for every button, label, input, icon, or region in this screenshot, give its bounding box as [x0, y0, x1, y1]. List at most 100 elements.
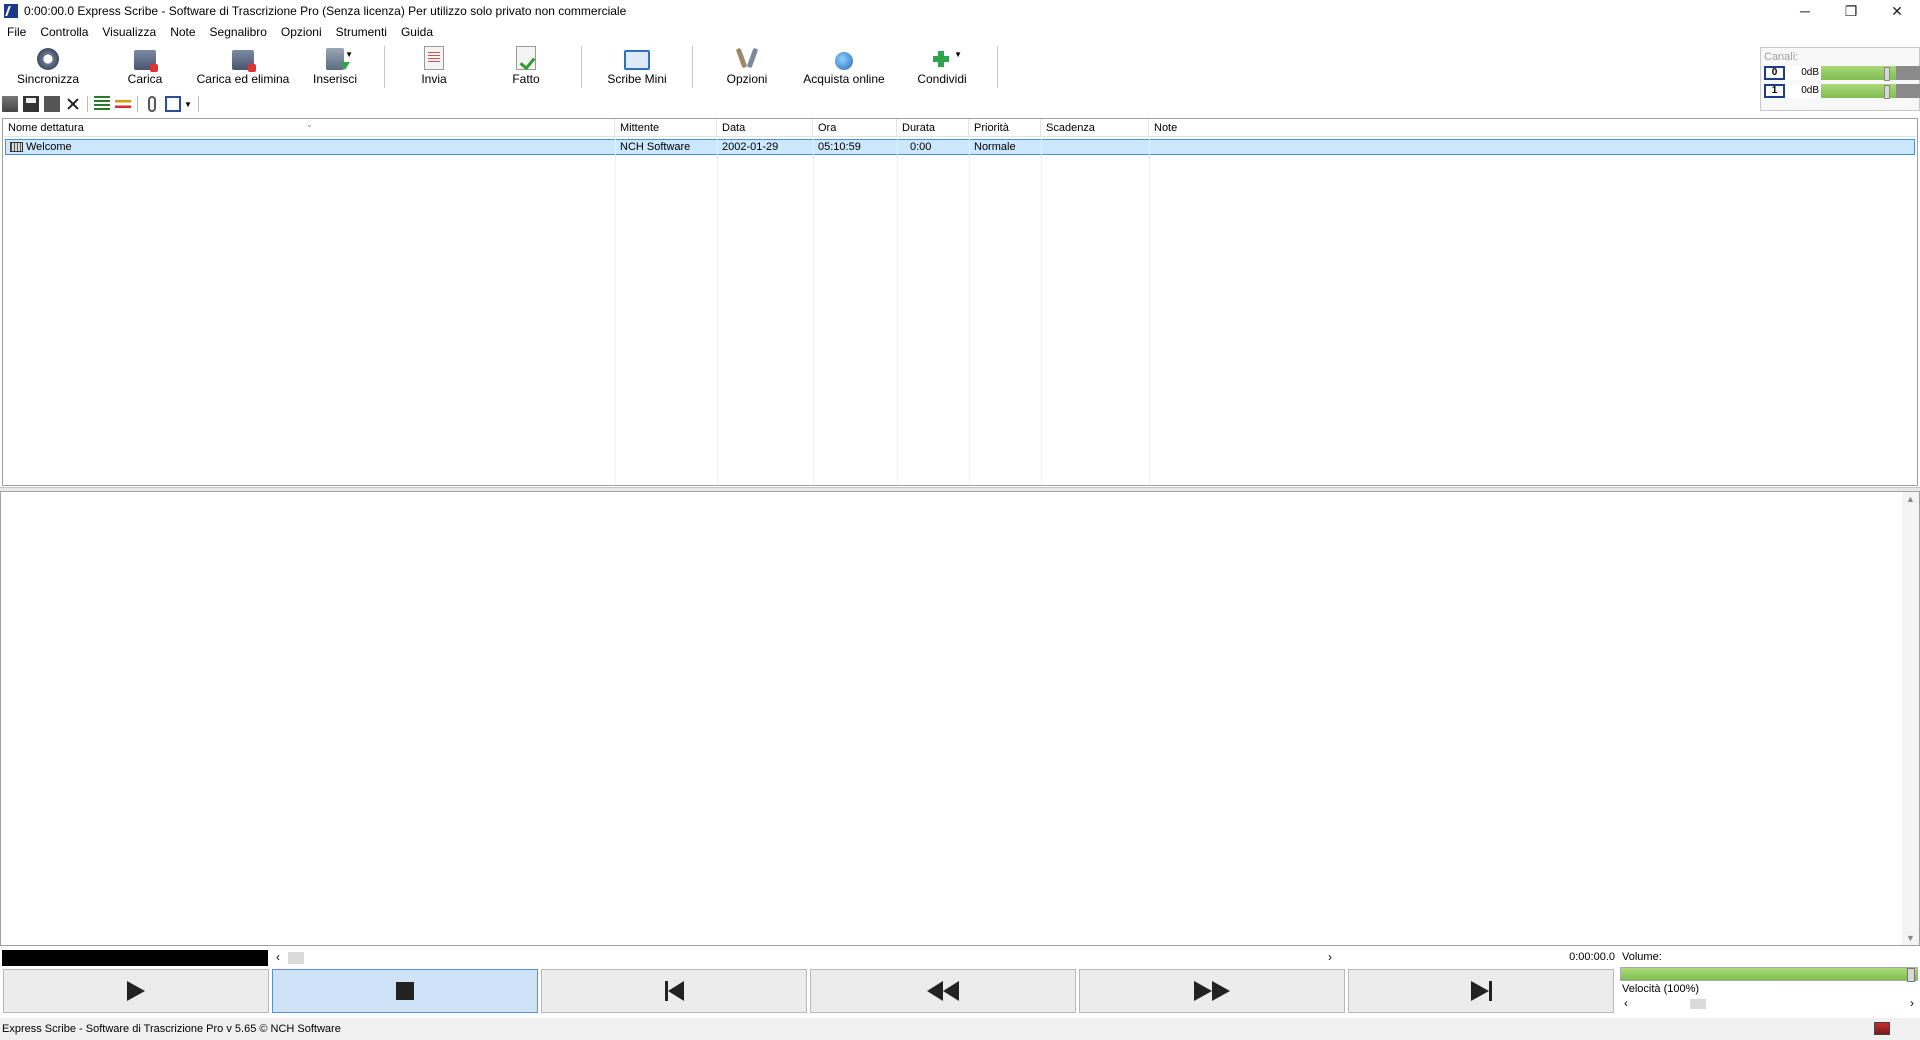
channel-level: 0dB — [1785, 65, 1821, 80]
table-row[interactable]: Welcome NCH Software 2002-01-29 05:10:59… — [5, 139, 1915, 155]
column-guide — [1149, 137, 1150, 485]
channels-panel: Canali: 0 0dB 1 0dB — [1760, 47, 1920, 111]
sync-button[interactable]: Sincronizza — [0, 43, 96, 89]
channel-slider[interactable] — [1821, 65, 1896, 81]
cell-date: 2002-01-29 — [722, 141, 779, 153]
status-bar: Express Scribe - Software di Trascrizion… — [0, 1018, 1920, 1040]
speed-label: Velocità (100%) — [1622, 983, 1700, 995]
speed-slider[interactable]: ‹ › — [1620, 996, 1918, 1011]
scroll-down-icon[interactable]: ▼ — [1906, 933, 1915, 943]
column-guide — [813, 137, 814, 485]
open-icon[interactable] — [2, 96, 18, 112]
volume-slider[interactable] — [1620, 967, 1918, 982]
column-guide — [615, 137, 616, 485]
menu-bar: File Controlla Visualizza Note Segnalibr… — [0, 22, 440, 42]
list-header: Nome dettatura Mittente Data Ora Durata … — [3, 119, 1917, 137]
buy-online-button[interactable]: Acquista online — [795, 43, 893, 89]
save-icon[interactable] — [23, 96, 39, 112]
scroll-left-icon[interactable]: ‹ — [276, 950, 280, 964]
cell-duration: 0:00 — [910, 141, 932, 153]
insert-label: Inserisci — [312, 72, 357, 86]
insert-button[interactable]: ▼ Inserisci — [292, 43, 378, 89]
menu-controlla[interactable]: Controlla — [33, 25, 95, 39]
sort-indicator-icon: ⌄ — [306, 120, 313, 129]
list-icon[interactable] — [94, 96, 110, 112]
speed-increase-icon[interactable]: › — [1910, 996, 1914, 1010]
cell-due — [1042, 140, 1150, 154]
load-delete-icon — [232, 50, 256, 72]
scroll-thumb[interactable] — [288, 952, 304, 964]
load-button[interactable]: Carica — [96, 43, 194, 89]
scroll-right-icon[interactable]: › — [1328, 950, 1332, 964]
close-button[interactable]: ✕ — [1874, 0, 1920, 22]
window-controls: ─ ❐ ✕ — [1782, 0, 1920, 22]
copy-icon[interactable] — [165, 96, 181, 112]
dictation-list: Nome dettatura Mittente Data Ora Durata … — [2, 118, 1918, 486]
cell-notes — [1150, 140, 1914, 154]
scribe-mini-button[interactable]: Scribe Mini — [588, 43, 686, 89]
transcription-editor[interactable]: ▲ ▼ — [0, 491, 1920, 946]
share-dropdown-caret-icon[interactable]: ▼ — [954, 50, 962, 59]
send-button[interactable]: Invia — [391, 43, 477, 89]
column-header-due[interactable]: Scadenza — [1041, 119, 1149, 136]
insert-dropdown-caret-icon[interactable]: ▼ — [345, 50, 353, 59]
column-header-priority[interactable]: Priorità — [969, 119, 1041, 136]
column-guide — [969, 137, 970, 485]
minimize-button[interactable]: ─ — [1782, 0, 1828, 22]
save-all-icon[interactable] — [44, 96, 60, 112]
toolbar-separator — [384, 46, 385, 88]
skip-to-start-button[interactable] — [541, 969, 807, 1013]
menu-file[interactable]: File — [0, 25, 33, 39]
speed-decrease-icon[interactable]: ‹ — [1624, 996, 1628, 1010]
toolbar-separator — [692, 46, 693, 88]
speed-thumb[interactable] — [1690, 999, 1706, 1009]
recorder-status-icon[interactable] — [1874, 1022, 1890, 1035]
column-guide — [717, 137, 718, 485]
options-button[interactable]: Opzioni — [699, 43, 795, 89]
channel-row: 1 0dB — [1764, 83, 1920, 99]
copy-dropdown-caret-icon[interactable]: ▼ — [184, 100, 192, 109]
skip-to-end-button[interactable] — [1348, 969, 1614, 1013]
menu-note[interactable]: Note — [163, 25, 202, 39]
restore-button[interactable]: ❐ — [1828, 0, 1874, 22]
load-delete-label: Carica ed elimina — [196, 72, 290, 86]
menu-segnalibro[interactable]: Segnalibro — [203, 25, 274, 39]
paperclip-icon[interactable] — [148, 96, 156, 112]
channel-number[interactable]: 0 — [1764, 65, 1785, 80]
menu-opzioni[interactable]: Opzioni — [274, 25, 329, 39]
column-header-duration[interactable]: Durata — [897, 119, 969, 136]
play-button[interactable] — [3, 969, 269, 1013]
window-title: 0:00:00.0 Express Scribe - Software di T… — [24, 4, 627, 18]
swap-icon[interactable] — [115, 96, 131, 112]
column-guide — [897, 137, 898, 485]
toolbar-separator — [197, 96, 199, 112]
play-icon — [127, 981, 145, 1001]
tools-icon — [735, 46, 759, 70]
rewind-button[interactable] — [810, 969, 1076, 1013]
position-scrollbar[interactable]: ‹ › — [272, 950, 1336, 966]
dictation-file-icon — [10, 142, 23, 153]
vertical-scrollbar[interactable]: ▲ ▼ — [1902, 492, 1919, 945]
channel-slider[interactable] — [1821, 83, 1896, 99]
delete-icon[interactable] — [65, 96, 81, 112]
position-waveform[interactable] — [2, 950, 268, 966]
title-bar: 0:00:00.0 Express Scribe - Software di T… — [0, 0, 1920, 22]
column-header-date[interactable]: Data — [717, 119, 813, 136]
fast-forward-button[interactable] — [1079, 969, 1345, 1013]
menu-visualizza[interactable]: Visualizza — [95, 25, 163, 39]
column-header-time[interactable]: Ora — [813, 119, 897, 136]
share-label: Condividi — [917, 72, 967, 86]
stop-button[interactable] — [272, 969, 538, 1013]
column-header-sender[interactable]: Mittente — [615, 119, 717, 136]
share-button[interactable]: ▼ Condividi — [893, 43, 991, 89]
skip-end-icon — [1470, 981, 1492, 1001]
sync-label: Sincronizza — [16, 72, 80, 86]
channel-number[interactable]: 1 — [1764, 83, 1785, 98]
done-button[interactable]: Fatto — [477, 43, 575, 89]
scroll-up-icon[interactable]: ▲ — [1906, 494, 1915, 504]
load-delete-button[interactable]: Carica ed elimina — [194, 43, 292, 89]
menu-guida[interactable]: Guida — [394, 25, 440, 39]
menu-strumenti[interactable]: Strumenti — [329, 25, 394, 39]
column-header-notes[interactable]: Note — [1149, 119, 1917, 136]
toolbar-separator — [87, 96, 88, 112]
